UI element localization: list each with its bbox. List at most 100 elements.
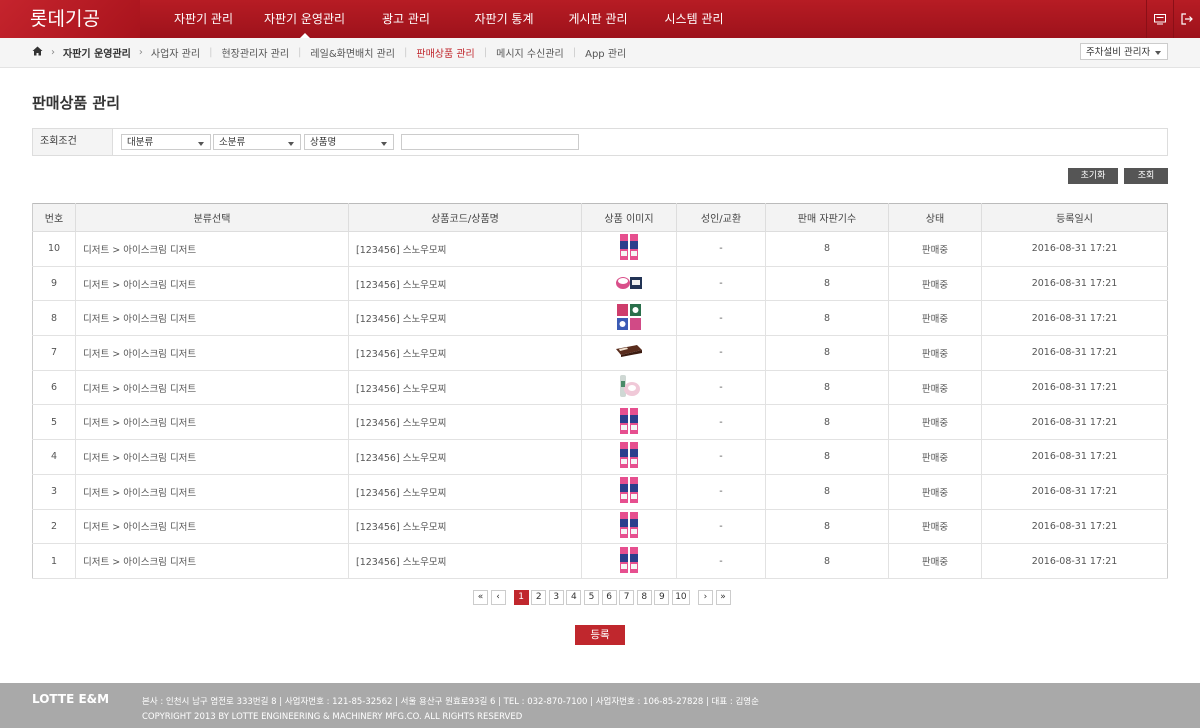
- table-row[interactable]: 8 디저트 > 아이스크림 디저트 [123456] 스노우모찌 -8 판매중 2016-…: [32, 300, 1168, 337]
- footer: LOTTE E&M 본사 : 인천시 남구 염전로 333번길 8 | 사업자번…: [0, 683, 1200, 728]
- cell-status: 판매중: [888, 473, 982, 510]
- product-image[interactable]: [615, 344, 643, 361]
- home-icon[interactable]: [32, 46, 43, 59]
- product-image[interactable]: [618, 546, 640, 577]
- cell-image: [581, 231, 677, 267]
- chevron-down-icon: [198, 142, 204, 146]
- register-button[interactable]: 등록: [575, 625, 625, 645]
- product-image[interactable]: [616, 303, 642, 334]
- cell-product[interactable]: [123456] 스노우모찌: [348, 265, 582, 302]
- table-row[interactable]: 1 디저트 > 아이스크림 디저트 [123456] 스노우모찌 -8 판매중 2016-…: [32, 543, 1168, 579]
- product-name-select[interactable]: 상품명: [304, 134, 394, 150]
- cell-machine-count: 8: [765, 300, 889, 337]
- cell-no: 8: [32, 300, 76, 337]
- cell-category: 디저트 > 아이스크림 디저트: [75, 369, 349, 406]
- cell-product[interactable]: [123456] 스노우모찌: [348, 404, 582, 441]
- product-image[interactable]: [618, 233, 640, 264]
- page-button[interactable]: 8: [636, 590, 652, 605]
- col-header-category: 분류선택: [75, 203, 349, 232]
- table-row[interactable]: 5 디저트 > 아이스크림 디저트 [123456] 스노우모찌 -8 판매중 2016-…: [32, 404, 1168, 441]
- brand-logo[interactable]: 롯데기공: [0, 0, 140, 38]
- nav-vending-operation[interactable]: 자판기 운영관리: [257, 0, 352, 38]
- search-button[interactable]: 조회: [1124, 168, 1168, 184]
- first-page-button[interactable]: «: [473, 590, 488, 605]
- category-major-select[interactable]: 대분류: [121, 134, 211, 150]
- cell-category: 디저트 > 아이스크림 디저트: [75, 300, 349, 337]
- chevron-down-icon: [288, 142, 294, 146]
- breadcrumb-item-site-manager[interactable]: 현장관리자 관리: [221, 45, 289, 60]
- page-button[interactable]: 5: [583, 590, 599, 605]
- cell-date: 2016-08-31 17:21: [981, 473, 1168, 510]
- footer-address: 본사 : 인천시 남구 염전로 333번길 8 | 사업자번호 : 121-85…: [142, 697, 759, 707]
- breadcrumb-section[interactable]: 자판기 운영관리: [63, 45, 131, 60]
- page-button[interactable]: 2: [531, 590, 547, 605]
- breadcrumb-item-products[interactable]: 판매상품 관리: [416, 45, 474, 60]
- cell-date: 2016-08-31 17:21: [981, 508, 1168, 545]
- cell-product[interactable]: [123456] 스노우모찌: [348, 300, 582, 337]
- search-input[interactable]: [401, 134, 579, 150]
- col-header-no: 번호: [32, 203, 76, 232]
- cell-date: 2016-08-31 17:21: [981, 439, 1168, 475]
- cell-category: 디저트 > 아이스크림 디저트: [75, 543, 349, 579]
- table-row[interactable]: 6 디저트 > 아이스크림 디저트 [123456] 스노우모찌 -8 판매중 2016-…: [32, 369, 1168, 406]
- breadcrumb-item-rail-layout[interactable]: 레일&화면배치 관리: [310, 45, 395, 60]
- page-button[interactable]: 1: [513, 590, 529, 605]
- nav-vending-management[interactable]: 자판기 관리: [150, 0, 257, 38]
- cell-product[interactable]: [123456] 스노우모찌: [348, 231, 582, 267]
- prev-page-button[interactable]: ‹: [490, 590, 506, 605]
- cell-product[interactable]: [123456] 스노우모찌: [348, 543, 582, 579]
- page-button[interactable]: 3: [548, 590, 564, 605]
- breadcrumb-item-message[interactable]: 메시지 수신관리: [496, 45, 564, 60]
- cell-product[interactable]: [123456] 스노우모찌: [348, 369, 582, 406]
- cell-category: 디저트 > 아이스크림 디저트: [75, 508, 349, 545]
- cell-machine-count: 8: [765, 404, 889, 441]
- cell-product[interactable]: [123456] 스노우모찌: [348, 473, 582, 510]
- page-button[interactable]: 6: [601, 590, 617, 605]
- table-row[interactable]: 4 디저트 > 아이스크림 디저트 [123456] 스노우모찌 -8 판매중 2016-…: [32, 439, 1168, 475]
- reset-button[interactable]: 초기화: [1068, 168, 1118, 184]
- cell-status: 판매중: [888, 335, 982, 371]
- cell-adult: -: [676, 265, 766, 302]
- cell-product[interactable]: [123456] 스노우모찌: [348, 439, 582, 475]
- table-row[interactable]: 9 디저트 > 아이스크림 디저트 [123456] 스노우모찌 -8 판매중 2016-…: [32, 265, 1168, 302]
- breadcrumb-item-app[interactable]: App 관리: [585, 45, 626, 60]
- nav-ad-management[interactable]: 광고 관리: [352, 0, 460, 38]
- cell-machine-count: 8: [765, 369, 889, 406]
- cell-no: 6: [32, 369, 76, 406]
- page-button[interactable]: 10: [671, 590, 690, 605]
- cell-machine-count: 8: [765, 473, 889, 510]
- product-image[interactable]: [616, 373, 642, 402]
- next-page-button[interactable]: ›: [697, 590, 713, 605]
- cell-product[interactable]: [123456] 스노우모찌: [348, 335, 582, 371]
- nav-system-management[interactable]: 시스템 관리: [648, 0, 740, 38]
- role-select[interactable]: 주차설비 관리자: [1080, 43, 1168, 60]
- cell-date: 2016-08-31 17:21: [981, 265, 1168, 302]
- breadcrumb-bar: › 자판기 운영관리 › 사업자 관리 | 현장관리자 관리 | 레일&화면배치…: [0, 38, 1200, 68]
- monitor-icon[interactable]: [1146, 0, 1173, 38]
- product-image[interactable]: [618, 441, 640, 472]
- breadcrumb-item-business[interactable]: 사업자 관리: [151, 45, 200, 60]
- product-image[interactable]: [618, 476, 640, 507]
- table-row[interactable]: 3 디저트 > 아이스크림 디저트 [123456] 스노우모찌 -8 판매중 2016-…: [32, 473, 1168, 510]
- nav-vending-stats[interactable]: 자판기 통계: [460, 0, 548, 38]
- cell-product[interactable]: [123456] 스노우모찌: [348, 508, 582, 545]
- cell-category: 디저트 > 아이스크림 디저트: [75, 335, 349, 371]
- product-image[interactable]: [618, 511, 640, 542]
- logout-icon[interactable]: [1173, 0, 1200, 38]
- cell-no: 1: [32, 543, 76, 579]
- page-button[interactable]: 9: [654, 590, 670, 605]
- cell-date: 2016-08-31 17:21: [981, 335, 1168, 371]
- page-button[interactable]: 4: [566, 590, 582, 605]
- product-image[interactable]: [618, 407, 640, 438]
- cell-no: 9: [32, 265, 76, 302]
- table-row[interactable]: 10 디저트 > 아이스크림 디저트 [123456] 스노우모찌 -8 판매중 2016…: [32, 231, 1168, 267]
- page-button[interactable]: 7: [619, 590, 635, 605]
- cell-status: 판매중: [888, 508, 982, 545]
- last-page-button[interactable]: »: [715, 590, 731, 605]
- table-row[interactable]: 7 디저트 > 아이스크림 디저트 [123456] 스노우모찌 -8 판매중 2016-…: [32, 335, 1168, 371]
- table-row[interactable]: 2 디저트 > 아이스크림 디저트 [123456] 스노우모찌 -8 판매중 2016-…: [32, 508, 1168, 545]
- product-image[interactable]: [615, 274, 643, 293]
- nav-board-management[interactable]: 게시판 관리: [548, 0, 648, 38]
- pagination: « ‹ 1 2 3 4 5 6 7 8 9 10 › »: [473, 590, 733, 605]
- category-minor-select[interactable]: 소분류: [213, 134, 301, 150]
